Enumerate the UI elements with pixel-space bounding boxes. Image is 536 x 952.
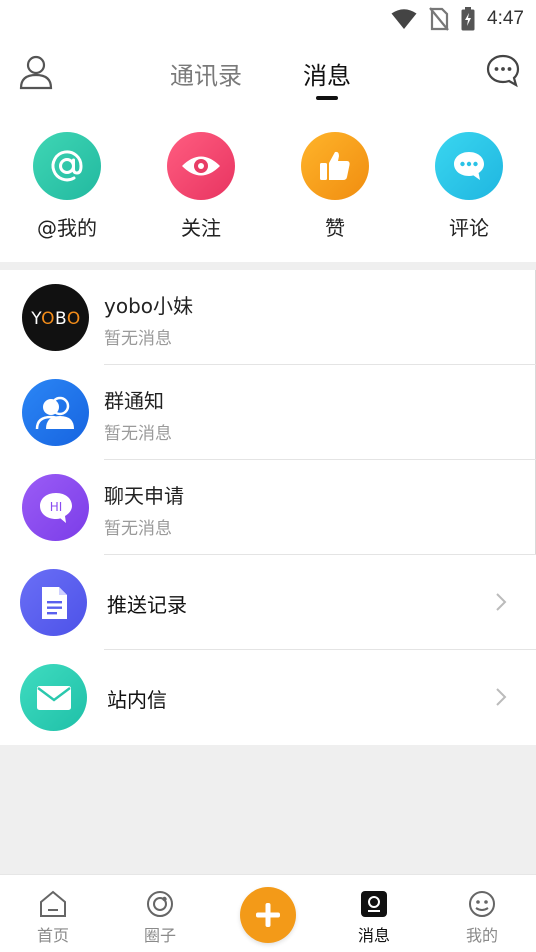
nav-home[interactable]: 首页 — [13, 889, 93, 946]
link-row-push-records[interactable]: 推送记录 — [0, 555, 536, 650]
status-time: 4:47 — [487, 8, 524, 29]
home-icon — [40, 890, 66, 917]
category-follow[interactable]: 关注 — [151, 132, 251, 241]
thumbs-up-icon — [301, 132, 369, 200]
chat-bubble-icon[interactable] — [486, 54, 520, 88]
battery-charging-icon — [461, 7, 475, 31]
hi-chat-icon: HI — [22, 474, 89, 541]
nav-circle[interactable]: 圈子 — [120, 889, 200, 946]
nav-label: 首页 — [36, 926, 69, 945]
conversation-row-group-notice[interactable]: 群通知 暂无消息 — [0, 365, 536, 460]
comment-icon — [435, 132, 503, 200]
user-profile-icon[interactable] — [18, 54, 54, 90]
conversation-row-yobo[interactable]: YOBO yobo小妹 暂无消息 — [0, 270, 536, 365]
category-label: 评论 — [449, 216, 489, 240]
chevron-right-icon — [496, 593, 507, 611]
nav-label: 圈子 — [143, 926, 176, 945]
tab-messages[interactable]: 消息 — [303, 56, 351, 91]
link-title: 推送记录 — [107, 593, 187, 617]
no-sim-icon — [429, 7, 449, 31]
nav-mine[interactable]: 我的 — [442, 889, 522, 946]
category-label: 赞 — [325, 216, 345, 240]
smiley-icon — [469, 891, 495, 917]
category-shortcuts: @我的 关注 赞 评论 — [0, 114, 536, 262]
category-at-me[interactable]: @我的 — [17, 132, 117, 241]
conversation-subtitle: 暂无消息 — [104, 519, 172, 539]
chevron-right-icon — [496, 688, 507, 706]
mail-icon — [20, 664, 87, 731]
category-comment[interactable]: 评论 — [419, 132, 519, 241]
messages-icon — [361, 891, 387, 917]
conversation-title: yobo小妹 — [104, 294, 194, 318]
nav-messages[interactable]: 消息 — [334, 889, 414, 946]
at-icon — [33, 132, 101, 200]
link-row-inbox[interactable]: 站内信 — [0, 650, 536, 745]
hi-text: HI — [49, 500, 62, 514]
eye-icon — [167, 132, 235, 200]
circle-icon — [147, 891, 173, 917]
status-icons: 4:47 — [391, 6, 524, 32]
group-icon — [22, 379, 89, 446]
yobo-avatar: YOBO — [22, 284, 89, 351]
conversation-list: YOBO yobo小妹 暂无消息 群通知 暂无消息 HI 聊天申请 暂无消息 推… — [0, 270, 536, 745]
document-icon — [20, 569, 87, 636]
active-tab-indicator — [316, 96, 338, 100]
tab-contacts[interactable]: 通讯录 — [170, 56, 242, 91]
category-label: 关注 — [181, 216, 221, 240]
nav-label: 我的 — [465, 926, 498, 945]
category-like[interactable]: 赞 — [285, 132, 385, 241]
nav-label: 消息 — [357, 926, 390, 945]
conversation-subtitle: 暂无消息 — [104, 424, 172, 444]
conversation-title: 聊天申请 — [104, 484, 184, 508]
link-title: 站内信 — [107, 688, 167, 712]
publish-button[interactable] — [240, 887, 296, 943]
status-bar: 4:47 — [0, 0, 536, 40]
wifi-icon — [391, 9, 417, 29]
plus-icon — [256, 903, 280, 927]
svg-text:YOBO: YOBO — [30, 309, 81, 329]
header: 通讯录 消息 — [0, 40, 536, 114]
conversation-row-chat-request[interactable]: HI 聊天申请 暂无消息 — [0, 460, 536, 555]
bottom-nav: 首页 圈子 消息 我的 — [0, 874, 536, 952]
category-label: @我的 — [37, 216, 97, 240]
conversation-subtitle: 暂无消息 — [104, 329, 172, 349]
conversation-title: 群通知 — [104, 389, 164, 413]
